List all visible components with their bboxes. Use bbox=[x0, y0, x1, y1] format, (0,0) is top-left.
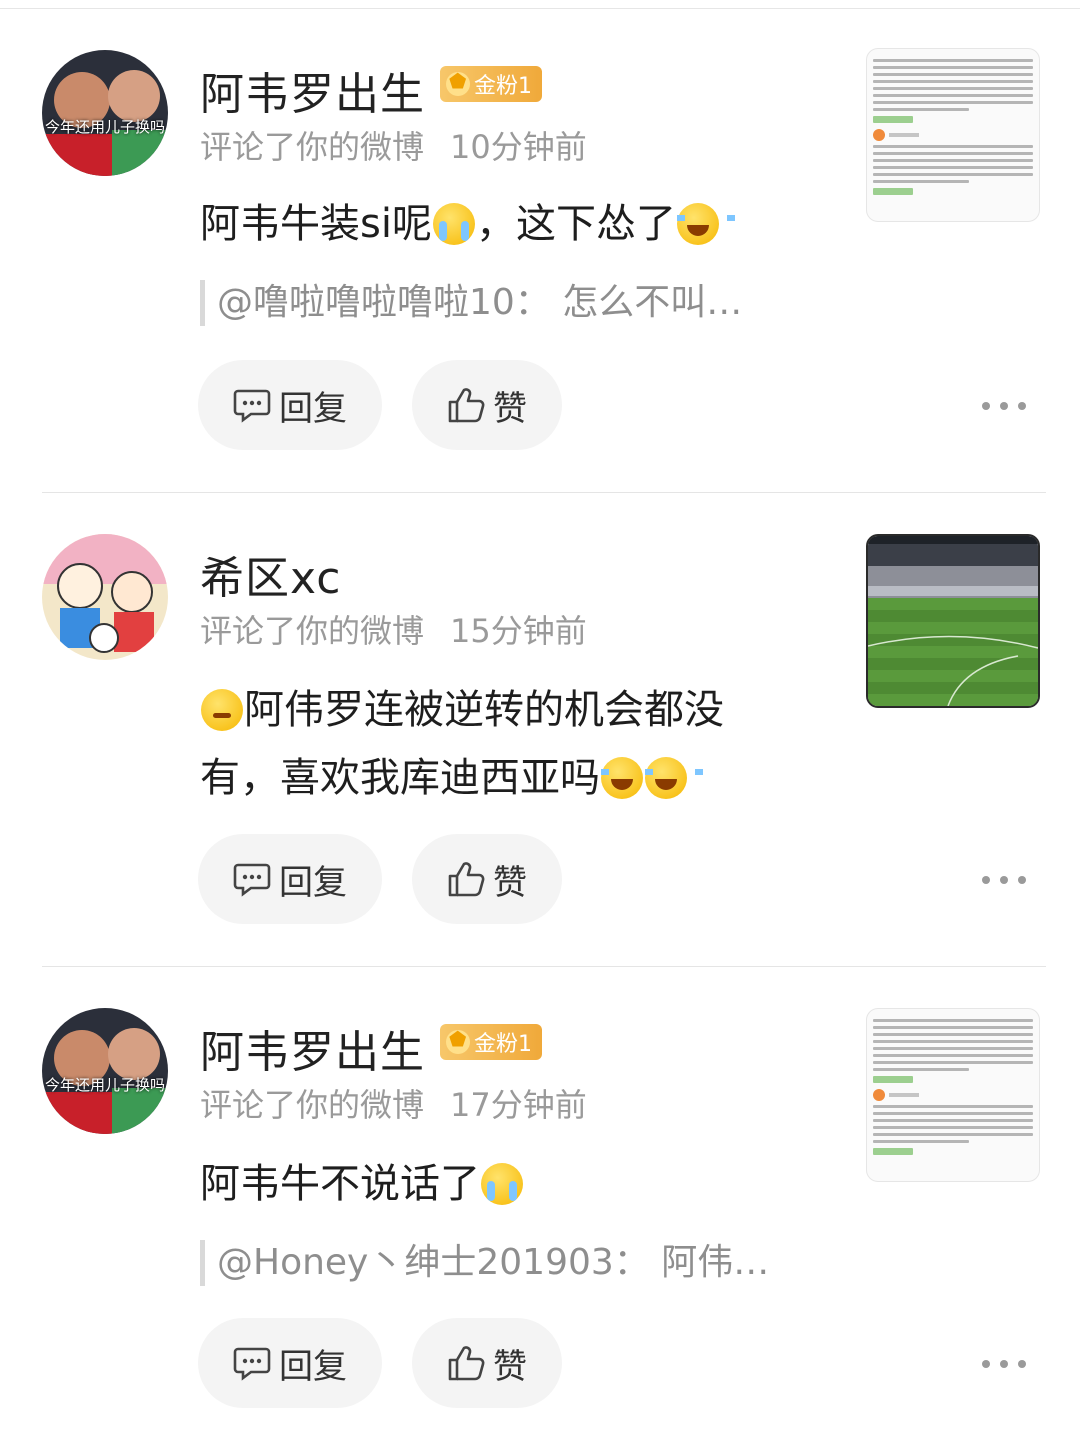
reply-button[interactable]: 回复 bbox=[198, 360, 382, 450]
post-thumbnail[interactable] bbox=[866, 1008, 1040, 1182]
avatar-caption: 今年还用儿子换吗 bbox=[44, 118, 165, 136]
like-button[interactable]: 赞 bbox=[412, 834, 562, 924]
like-label: 赞 bbox=[493, 1346, 527, 1387]
like-label: 赞 bbox=[493, 862, 527, 903]
post-thumbnail[interactable] bbox=[866, 534, 1040, 708]
action-text: 评论了你的微博 bbox=[200, 612, 425, 650]
comment-icon bbox=[233, 863, 271, 897]
comment-text: 阿韦牛装si呢 ，这下怂了 bbox=[200, 190, 800, 258]
reply-label: 回复 bbox=[279, 388, 347, 429]
action-text: 评论了你的微博 bbox=[200, 128, 425, 166]
laughing-emoji-icon bbox=[601, 757, 659, 799]
avatar[interactable]: 今年还用儿子换吗 bbox=[42, 50, 168, 176]
comment-text-part: 阿韦牛装si呢 bbox=[200, 201, 432, 247]
like-label: 赞 bbox=[493, 388, 527, 429]
crown-icon bbox=[446, 1027, 470, 1054]
comment-text-part: ，这下怂了 bbox=[475, 201, 676, 247]
comment-meta: 评论了你的微博 15分钟前 bbox=[200, 606, 587, 652]
post-thumbnail[interactable] bbox=[866, 48, 1040, 222]
reply-label: 回复 bbox=[279, 862, 347, 903]
comment-meta: 评论了你的微博 10分钟前 bbox=[200, 122, 587, 168]
thumbs-up-icon bbox=[448, 1346, 485, 1381]
fan-badge: 金粉1 bbox=[440, 1024, 542, 1060]
quoted-reply[interactable]: @Honey丶绅士201903： 阿伟… bbox=[200, 1240, 769, 1286]
fan-badge: 金粉1 bbox=[440, 66, 542, 102]
thinking-emoji-icon bbox=[201, 689, 243, 731]
laughing-emoji-icon bbox=[645, 757, 703, 799]
crown-icon bbox=[446, 69, 470, 96]
avatar[interactable]: 今年还用儿子换吗 bbox=[42, 1008, 168, 1134]
username[interactable]: 希区xc bbox=[200, 542, 341, 606]
comment-text: 阿伟罗连被逆转的机会都没有，喜欢我库迪西亚吗 bbox=[200, 676, 790, 812]
thumbs-up-icon bbox=[448, 388, 485, 423]
more-icon[interactable] bbox=[982, 1354, 1026, 1374]
like-button[interactable]: 赞 bbox=[412, 360, 562, 450]
like-button[interactable]: 赞 bbox=[412, 1318, 562, 1408]
reply-button[interactable]: 回复 bbox=[198, 834, 382, 924]
reply-button[interactable]: 回复 bbox=[198, 1318, 382, 1408]
reply-label: 回复 bbox=[279, 1346, 347, 1387]
comment-text-part: 阿韦牛不说话了 bbox=[200, 1161, 480, 1207]
more-icon[interactable] bbox=[982, 396, 1026, 416]
comment-divider bbox=[42, 492, 1046, 493]
timestamp: 10分钟前 bbox=[450, 128, 587, 166]
badge-label: 金粉1 bbox=[474, 74, 532, 99]
comment-text: 阿韦牛不说话了 bbox=[200, 1150, 800, 1218]
username[interactable]: 阿韦罗出生 bbox=[200, 58, 425, 122]
comment-icon bbox=[233, 389, 271, 423]
badge-label: 金粉1 bbox=[474, 1032, 532, 1057]
action-text: 评论了你的微博 bbox=[200, 1086, 425, 1124]
avatar[interactable] bbox=[42, 534, 168, 660]
more-icon[interactable] bbox=[982, 870, 1026, 890]
thumbs-up-icon bbox=[448, 862, 485, 897]
top-divider bbox=[0, 8, 1080, 9]
username[interactable]: 阿韦罗出生 bbox=[200, 1016, 425, 1080]
laughing-emoji-icon bbox=[676, 203, 735, 245]
avatar-caption: 今年还用儿子换吗 bbox=[44, 1076, 165, 1094]
comment-meta: 评论了你的微博 17分钟前 bbox=[200, 1080, 587, 1126]
timestamp: 15分钟前 bbox=[450, 612, 587, 650]
quoted-reply[interactable]: @噜啦噜啦噜啦10： 怎么不叫… bbox=[200, 280, 742, 326]
comment-icon bbox=[233, 1347, 271, 1381]
crying-emoji-icon bbox=[432, 203, 475, 245]
timestamp: 17分钟前 bbox=[450, 1086, 587, 1124]
crying-emoji-icon bbox=[481, 1163, 523, 1205]
comment-divider bbox=[42, 966, 1046, 967]
